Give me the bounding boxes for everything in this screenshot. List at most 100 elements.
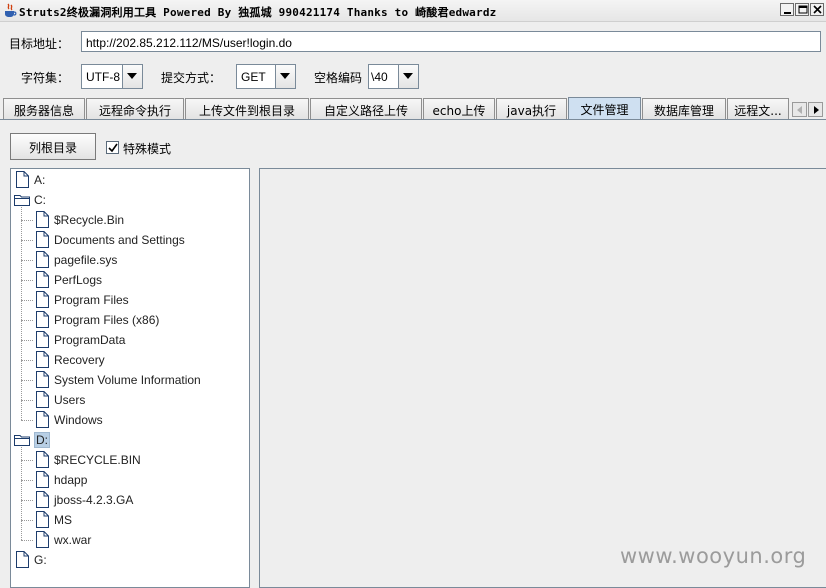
tab-java-exec[interactable]: java执行 bbox=[496, 98, 567, 120]
tab-file-manager[interactable]: 文件管理 bbox=[568, 97, 641, 120]
tab-remote-file[interactable]: 远程文... bbox=[727, 98, 789, 120]
checkmark-icon bbox=[108, 143, 118, 153]
tree-file-node[interactable]: jboss-4.2.3.GA bbox=[34, 490, 133, 509]
tree-drive-node[interactable]: A: bbox=[14, 170, 45, 189]
file-icon bbox=[34, 451, 50, 468]
target-url-input[interactable] bbox=[81, 31, 821, 52]
tree-connector bbox=[21, 320, 33, 321]
method-label: 提交方式： bbox=[161, 71, 222, 85]
tree-connector bbox=[21, 280, 33, 281]
tree-file-node[interactable]: Program Files (x86) bbox=[34, 310, 159, 329]
file-icon bbox=[34, 351, 50, 368]
tab-scroll-left-button[interactable] bbox=[792, 102, 807, 117]
close-icon bbox=[813, 5, 822, 14]
file-icon bbox=[34, 391, 50, 408]
special-mode-checkbox[interactable] bbox=[106, 141, 119, 154]
chevron-down-icon bbox=[403, 73, 413, 79]
tree-node-label: Recovery bbox=[54, 352, 105, 367]
tree-connector bbox=[21, 447, 22, 540]
file-icon bbox=[34, 331, 50, 348]
tree-file-node[interactable]: wx.war bbox=[34, 530, 91, 549]
charset-value: UTF-8 bbox=[86, 70, 120, 84]
chevron-down-icon bbox=[127, 73, 137, 79]
folder-open-icon bbox=[14, 191, 30, 208]
tree-connector bbox=[21, 360, 33, 361]
tree-node-label: Windows bbox=[54, 412, 103, 427]
tree-node-label: PerfLogs bbox=[54, 272, 103, 287]
special-mode-label: 特殊模式 bbox=[123, 142, 172, 156]
method-value: GET bbox=[241, 70, 266, 84]
window-title: Struts2终极漏洞利用工具 Powered By 独孤城 990421174… bbox=[19, 6, 497, 19]
tree-node-label: Program Files (x86) bbox=[54, 312, 160, 327]
tree-file-node[interactable]: Windows bbox=[34, 410, 103, 429]
tree-file-node[interactable]: Recovery bbox=[34, 350, 105, 369]
maximize-icon bbox=[798, 5, 808, 14]
minimize-button[interactable] bbox=[780, 3, 794, 16]
method-dropdown-button[interactable] bbox=[275, 65, 295, 88]
space-encoding-value: \40 bbox=[371, 70, 388, 84]
tree-connector bbox=[21, 480, 33, 481]
tree-file-node[interactable]: hdapp bbox=[34, 470, 87, 489]
tab-remote-command[interactable]: 远程命令执行 bbox=[86, 98, 184, 120]
tree-file-node[interactable]: Documents and Settings bbox=[34, 230, 185, 249]
charset-select[interactable]: UTF-8 bbox=[81, 64, 143, 89]
tree-file-node[interactable]: $RECYCLE.BIN bbox=[34, 450, 141, 469]
space-encoding-select[interactable]: \40 bbox=[368, 64, 419, 89]
tree-node-label: Program Files bbox=[54, 292, 129, 307]
file-icon bbox=[34, 271, 50, 288]
tree-connector bbox=[21, 520, 33, 521]
target-url-label: 目标地址： bbox=[9, 37, 70, 51]
tree-connector bbox=[21, 540, 33, 541]
file-icon bbox=[14, 171, 30, 188]
tree-node-label: C: bbox=[34, 192, 46, 207]
watermark: www.wooyun.org bbox=[620, 544, 807, 568]
tree-node-label: System Volume Information bbox=[54, 372, 201, 387]
tab-divider bbox=[0, 119, 826, 120]
method-select[interactable]: GET bbox=[236, 64, 296, 89]
file-icon bbox=[34, 211, 50, 228]
tree-file-node[interactable]: $Recycle.Bin bbox=[34, 210, 124, 229]
list-root-button[interactable]: 列根目录 bbox=[10, 133, 96, 160]
tab-database-manager[interactable]: 数据库管理 bbox=[642, 98, 726, 120]
tree-file-node[interactable]: PerfLogs bbox=[34, 270, 102, 289]
tree-file-node[interactable]: ProgramData bbox=[34, 330, 125, 349]
tree-drive-node[interactable]: G: bbox=[14, 550, 47, 569]
tree-node-label: $Recycle.Bin bbox=[54, 212, 125, 227]
tree-node-label: ProgramData bbox=[54, 332, 126, 347]
tree-node-label: pagefile.sys bbox=[54, 252, 118, 267]
maximize-button[interactable] bbox=[795, 3, 809, 16]
file-content-panel[interactable] bbox=[259, 168, 826, 588]
file-icon bbox=[34, 531, 50, 548]
file-icon bbox=[34, 471, 50, 488]
tree-connector bbox=[21, 260, 33, 261]
tree-connector bbox=[21, 400, 33, 401]
file-icon bbox=[34, 511, 50, 528]
tree-file-node[interactable]: System Volume Information bbox=[34, 370, 201, 389]
tab-custom-path-upload[interactable]: 自定义路径上传 bbox=[310, 98, 422, 120]
charset-label: 字符集： bbox=[21, 71, 70, 85]
tab-echo-upload[interactable]: echo上传 bbox=[423, 98, 495, 120]
tab-upload-root[interactable]: 上传文件到根目录 bbox=[185, 98, 309, 120]
close-button[interactable] bbox=[810, 3, 824, 16]
directory-tree[interactable]: A: C: $Recycle.Bin Documents and Settings pa… bbox=[10, 168, 250, 588]
charset-dropdown-button[interactable] bbox=[122, 65, 142, 88]
chevron-down-icon bbox=[280, 73, 290, 79]
tree-drive-node[interactable]: C: bbox=[14, 190, 46, 209]
tree-file-node[interactable]: pagefile.sys bbox=[34, 250, 117, 269]
tree-node-label: jboss-4.2.3.GA bbox=[54, 492, 134, 507]
tab-scroll-right-button[interactable] bbox=[808, 102, 823, 117]
tree-node-label: G: bbox=[34, 552, 47, 567]
chevron-left-icon bbox=[797, 106, 802, 114]
tree-connector bbox=[21, 240, 33, 241]
tree-file-node[interactable]: MS bbox=[34, 510, 72, 529]
tree-drive-node[interactable]: D: bbox=[14, 430, 50, 449]
space-encoding-dropdown-button[interactable] bbox=[398, 65, 418, 88]
tree-connector bbox=[21, 220, 33, 221]
tab-server-info[interactable]: 服务器信息 bbox=[3, 98, 85, 120]
tree-file-node[interactable]: Users bbox=[34, 390, 85, 409]
tree-node-label: MS bbox=[54, 512, 72, 527]
chevron-right-icon bbox=[814, 106, 819, 114]
tree-file-node[interactable]: Program Files bbox=[34, 290, 129, 309]
tree-connector bbox=[21, 207, 22, 420]
file-icon bbox=[34, 371, 50, 388]
